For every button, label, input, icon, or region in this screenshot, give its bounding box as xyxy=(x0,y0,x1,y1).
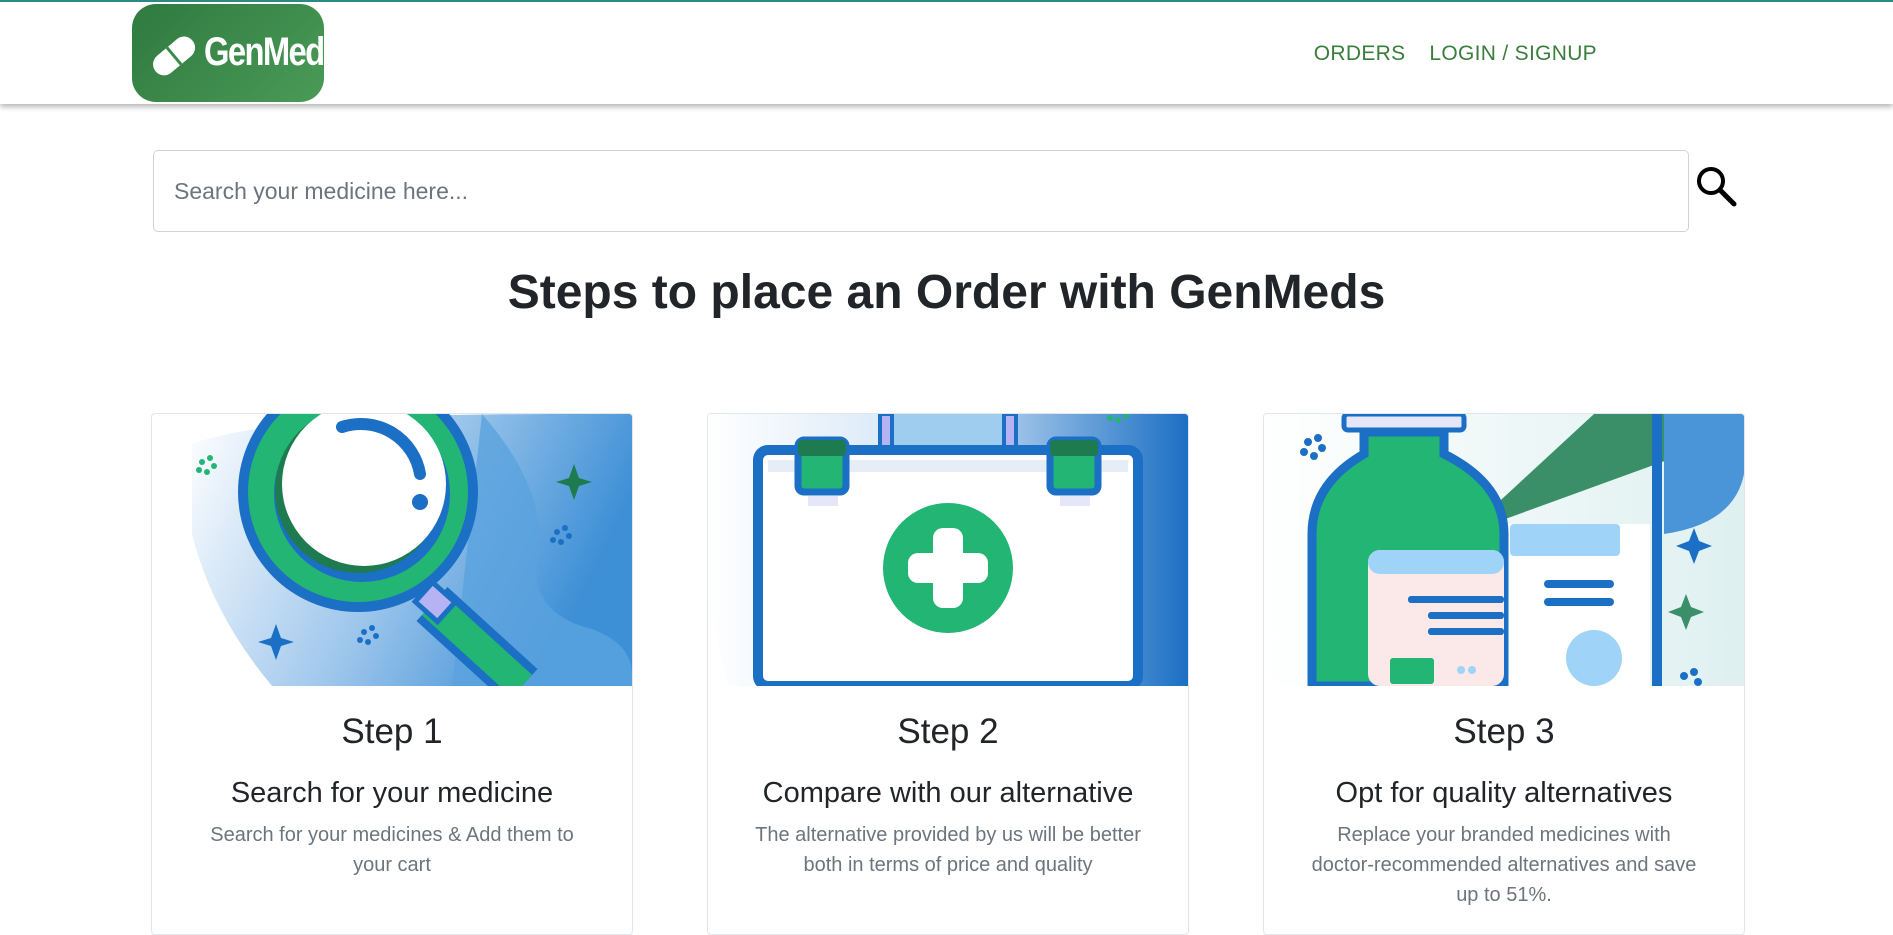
step-title: Step 2 xyxy=(897,712,999,751)
step-subtitle: Compare with our alternative xyxy=(762,777,1134,809)
step-subtitle: Opt for quality alternatives xyxy=(1335,777,1673,809)
step-card-1: Step 1 Search for your medicine Search f… xyxy=(151,413,633,935)
nav-links: ORDERS LOGIN / SIGNUP xyxy=(1314,42,1597,66)
medicine-bottle-illustration xyxy=(1264,414,1744,686)
step-card-2: Step 2 Compare with our alternative The … xyxy=(707,413,1189,935)
brand-name: GenMed xyxy=(204,30,325,74)
step-description: The alternative provided by us will be b… xyxy=(755,824,1141,876)
step-title: Step 3 xyxy=(1453,712,1555,751)
step-description: Search for your medicines & Add them to … xyxy=(210,824,574,876)
magnifier-illustration xyxy=(192,414,632,686)
navbar: GenMed ORDERS LOGIN / SIGNUP xyxy=(0,2,1893,104)
search-icon[interactable] xyxy=(1694,164,1738,208)
step-description: Replace your branded medicines with doct… xyxy=(1311,824,1697,906)
first-aid-kit-illustration xyxy=(708,414,1188,686)
page-title: Steps to place an Order with GenMeds xyxy=(507,266,1386,319)
nav-orders-link[interactable]: ORDERS xyxy=(1314,42,1406,66)
pill-icon xyxy=(153,36,195,76)
search-input[interactable] xyxy=(153,150,1689,232)
step-subtitle: Search for your medicine xyxy=(230,777,554,809)
step-title: Step 1 xyxy=(341,712,443,751)
nav-login-signup-link[interactable]: LOGIN / SIGNUP xyxy=(1429,42,1597,66)
step-card-3: Step 3 Opt for quality alternatives Repl… xyxy=(1263,413,1745,935)
brand-logo[interactable]: GenMed xyxy=(132,4,325,102)
